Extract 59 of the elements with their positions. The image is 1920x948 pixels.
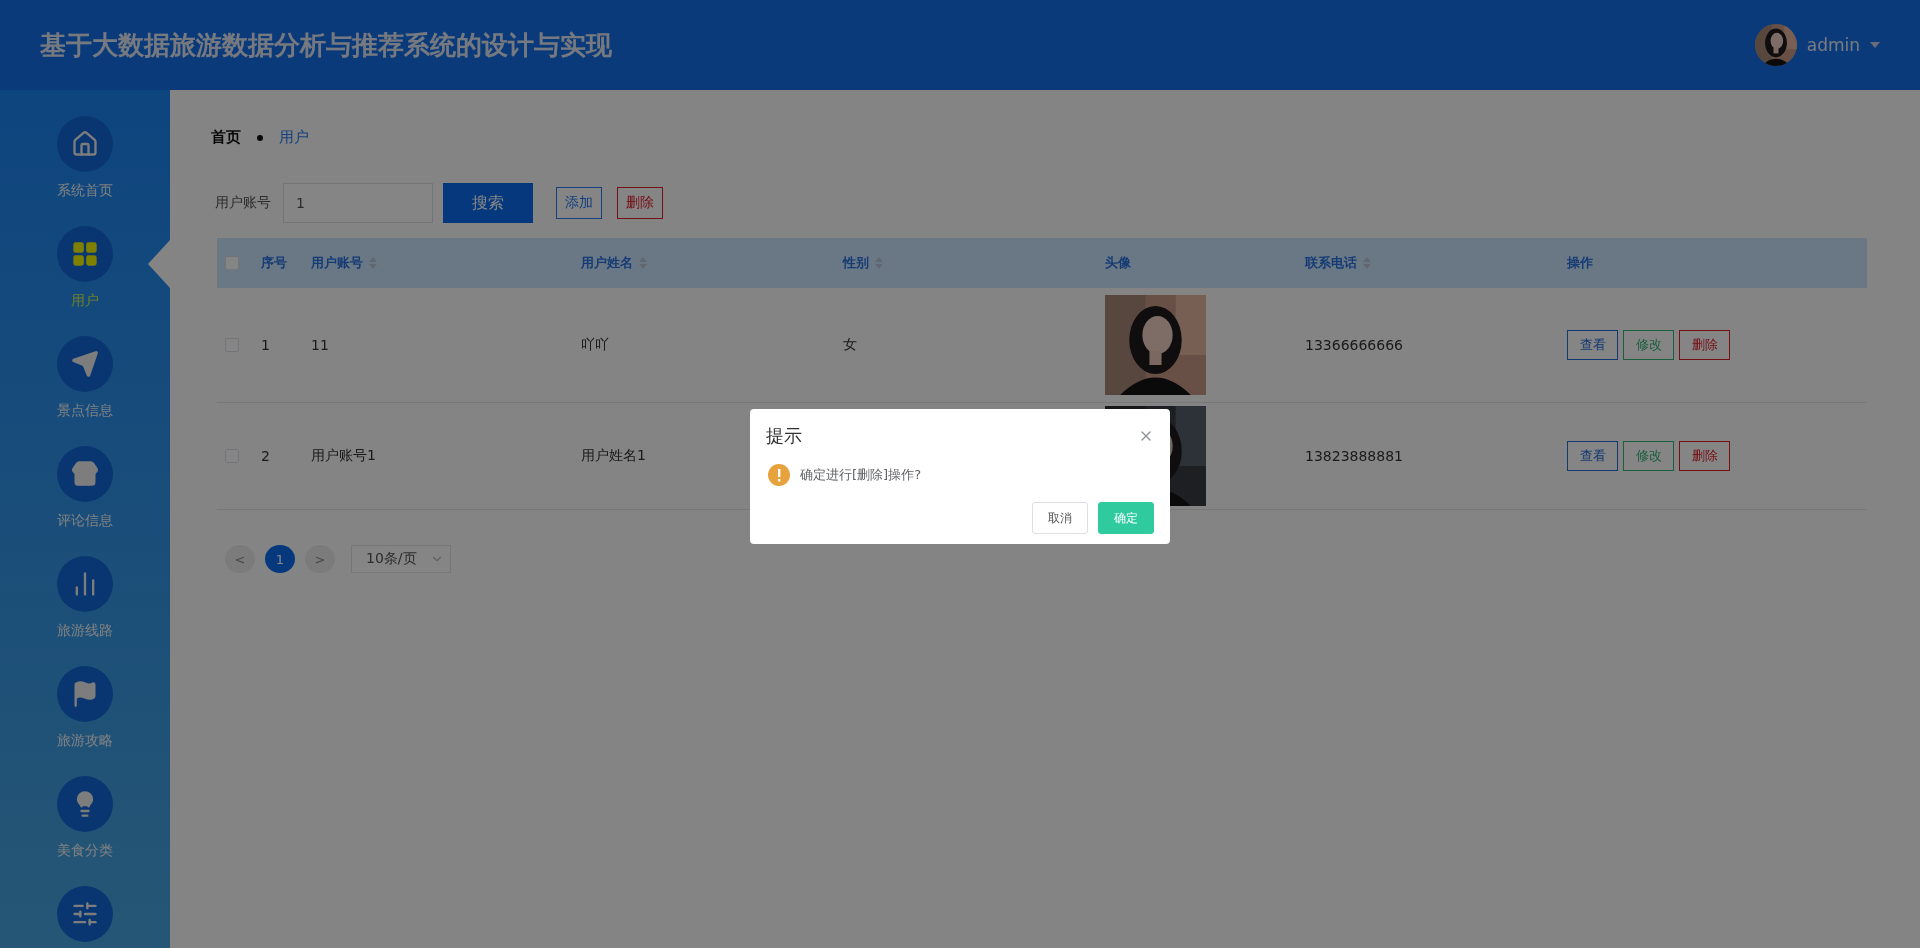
account-field[interactable]: 1: [283, 183, 433, 223]
sidebar-item[interactable]: 用户: [71, 292, 99, 310]
app-title: 基于大数据旅游数据分析与推荐系统的设计与实现: [40, 28, 612, 62]
table-cell-text: 13823888881: [1305, 448, 1404, 464]
next-page-button[interactable]: >: [305, 545, 335, 573]
table-cell-text: 用户姓名1: [581, 447, 647, 465]
table-cell-text: 13366666666: [1305, 337, 1404, 353]
edit-button[interactable]: 修改: [1623, 330, 1674, 360]
dialog-message: 确定进行[删除]操作?: [800, 466, 922, 484]
user-menu[interactable]: admin: [1806, 35, 1860, 55]
delete-button[interactable]: 删除: [617, 187, 663, 219]
view-button[interactable]: 查看: [1567, 330, 1618, 360]
warning-icon: [768, 464, 790, 486]
sidebar-item[interactable]: 系统首页: [57, 182, 113, 200]
field-label: 用户账号: [215, 194, 271, 212]
add-button[interactable]: 添加: [556, 187, 602, 219]
checkbox[interactable]: [225, 256, 239, 270]
flag-icon[interactable]: [57, 666, 113, 722]
search-button[interactable]: 搜索: [443, 183, 533, 223]
page-size-select[interactable]: 10条/页: [351, 545, 451, 573]
prev-page-button[interactable]: <: [225, 545, 255, 573]
bulb-icon[interactable]: [57, 776, 113, 832]
sidebar-item[interactable]: 景点信息: [57, 402, 113, 420]
view-button[interactable]: 查看: [1567, 441, 1618, 471]
column-header: 性别: [843, 254, 869, 272]
plane-icon[interactable]: [57, 336, 113, 392]
sidebar-item[interactable]: 评论信息: [57, 512, 113, 530]
table-cell-text: 1: [261, 337, 271, 353]
column-header: 用户姓名: [581, 254, 633, 272]
page-button[interactable]: 1: [265, 545, 295, 573]
table-cell-text: 用户账号1: [311, 447, 377, 465]
sidebar-item[interactable]: 美食分类: [57, 842, 113, 860]
breadcrumb-separator: [257, 134, 263, 141]
grid-icon[interactable]: [57, 226, 113, 282]
confirm-button[interactable]: 确定: [1098, 502, 1154, 534]
edit-button[interactable]: 修改: [1623, 441, 1674, 471]
delete-button[interactable]: 删除: [1679, 330, 1730, 360]
column-header: 用户账号: [311, 254, 363, 272]
store-icon[interactable]: [57, 446, 113, 502]
column-header: 联系电话: [1305, 254, 1357, 272]
breadcrumb-item[interactable]: 首页: [211, 128, 241, 147]
cancel-button[interactable]: 取消: [1032, 502, 1088, 534]
table-cell-text: 2: [261, 448, 271, 464]
table-cell-text: 吖吖: [581, 336, 610, 354]
table-cell-text: 女: [843, 336, 858, 354]
column-header: 头像: [1105, 254, 1131, 272]
sliders-icon[interactable]: [57, 886, 113, 942]
selection-notch: [148, 240, 170, 288]
sidebar-item[interactable]: 旅游线路: [57, 622, 113, 640]
bars-icon[interactable]: [57, 556, 113, 612]
breadcrumb-item[interactable]: 用户: [279, 128, 309, 147]
sidebar-item[interactable]: 旅游攻略: [57, 732, 113, 750]
delete-button[interactable]: 删除: [1679, 441, 1730, 471]
caret-icon[interactable]: [1870, 42, 1880, 48]
table-cell-text: 11: [311, 337, 330, 353]
column-header: 序号: [261, 254, 287, 272]
house-icon[interactable]: [57, 116, 113, 172]
dialog-title: 提示: [766, 424, 802, 448]
column-header: 操作: [1567, 254, 1593, 272]
